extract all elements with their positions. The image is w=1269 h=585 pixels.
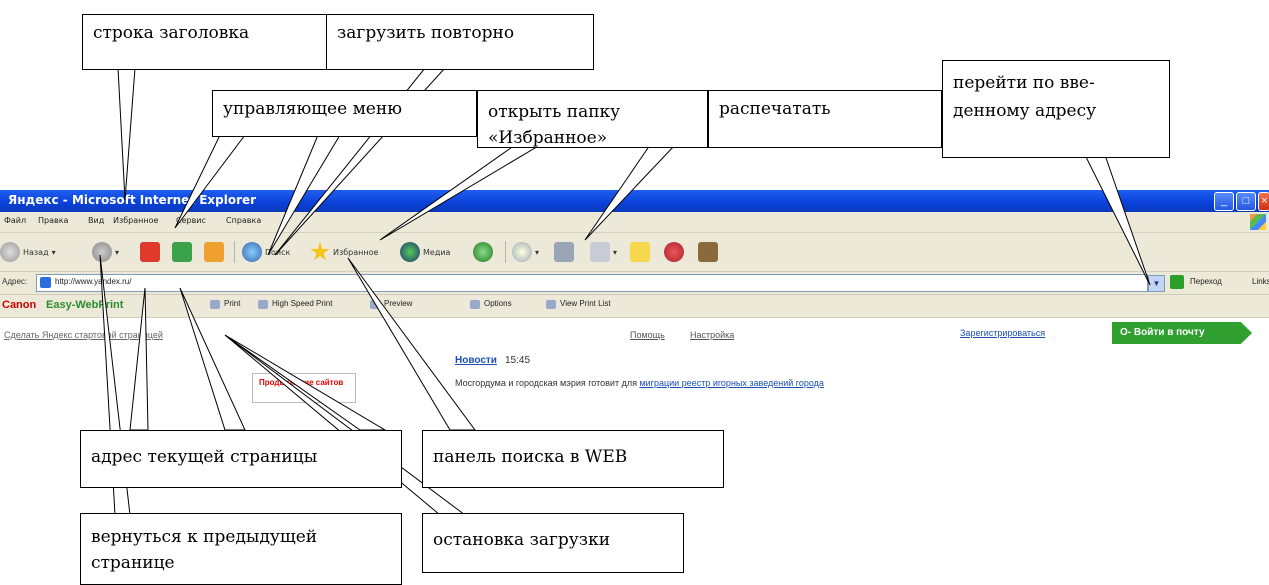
callout-reload: загрузить повторно [326,14,594,70]
callout-go-back: вернуться к предыдущей странице [80,513,402,585]
leader-title-bar [117,67,136,201]
leader-stop-2 [224,334,467,516]
leader-favorites [379,144,542,241]
callout-title-bar: строка заголовка [82,14,330,70]
leader-control-menu [174,134,247,229]
callout-control-menu: управляющее меню [212,90,477,137]
callout-web-search: панель поиска в WEB [422,430,724,488]
leader-current-address-2 [179,287,246,431]
leader-web-search [347,257,476,431]
callout-stop: остановка загрузки [422,513,684,573]
callout-favorites: открыть папку «Избранное» [477,90,708,148]
callout-go-address: перейти по вве- денному адресу [942,60,1170,158]
callout-current-address: адрес текущей страницы [80,430,402,488]
leader-go-address [1084,154,1151,286]
leader-print [584,144,677,241]
leader-stop-1 [224,334,387,431]
callout-print: распечатать [708,90,942,148]
leader-current-address-1 [129,287,149,431]
